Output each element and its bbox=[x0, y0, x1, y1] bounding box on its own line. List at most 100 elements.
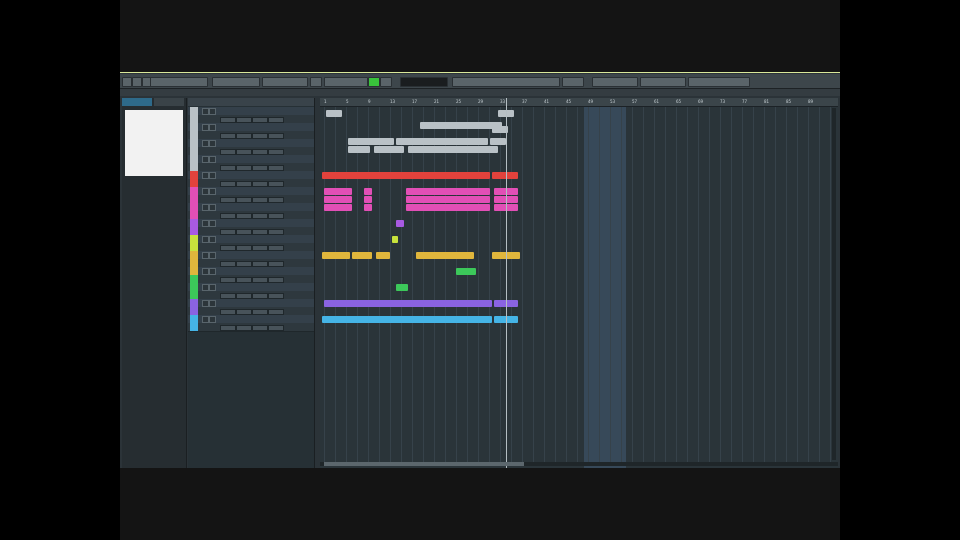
track-subrow[interactable] bbox=[188, 323, 314, 332]
toolbar-button-2[interactable] bbox=[132, 77, 142, 87]
track-toggle-button[interactable] bbox=[202, 188, 209, 195]
event-clip[interactable] bbox=[324, 196, 352, 203]
event-clip[interactable] bbox=[348, 146, 370, 153]
track-toggle-button[interactable] bbox=[209, 124, 216, 131]
event-clip[interactable] bbox=[490, 138, 506, 145]
track-toggle-button[interactable] bbox=[209, 316, 216, 323]
toolbar-dropdown-2[interactable] bbox=[212, 77, 260, 87]
event-clip[interactable] bbox=[324, 300, 492, 307]
event-clip[interactable] bbox=[352, 252, 372, 259]
inspector-tab-2[interactable] bbox=[154, 98, 184, 106]
track-color-stripe bbox=[190, 315, 198, 323]
event-clip[interactable] bbox=[364, 188, 372, 195]
track-toggle-button[interactable] bbox=[209, 172, 216, 179]
event-clip[interactable] bbox=[416, 252, 474, 259]
track-control[interactable] bbox=[268, 325, 284, 331]
event-clip[interactable] bbox=[322, 172, 490, 179]
ruler-bar-number: 57 bbox=[632, 99, 638, 104]
ruler[interactable]: 1 5 9 13 17 21 25 29 33 37 41 45 49 53 57 61 65 69 73 77 81 8… bbox=[320, 98, 838, 107]
track-toggle-button[interactable] bbox=[209, 204, 216, 211]
vertical-scrollbar[interactable] bbox=[832, 108, 836, 460]
track-color-stripe bbox=[190, 267, 198, 275]
event-clip[interactable] bbox=[324, 204, 352, 211]
event-clip[interactable] bbox=[492, 172, 518, 179]
grid-line bbox=[456, 106, 457, 466]
event-clip[interactable] bbox=[322, 316, 492, 323]
loop-region[interactable] bbox=[584, 98, 626, 468]
event-clip[interactable] bbox=[396, 220, 404, 227]
track-toggle-button[interactable] bbox=[202, 284, 209, 291]
track-control[interactable] bbox=[252, 325, 268, 331]
toolbar-button-4[interactable] bbox=[310, 77, 322, 87]
toolbar-dropdown-1[interactable] bbox=[150, 77, 208, 87]
play-button[interactable] bbox=[368, 77, 380, 87]
playhead-cursor[interactable] bbox=[506, 98, 507, 468]
ruler-bar-number: 9 bbox=[368, 99, 371, 104]
event-clip[interactable] bbox=[406, 188, 490, 195]
track-toggle-button[interactable] bbox=[202, 108, 209, 115]
track-toggle-button[interactable] bbox=[202, 140, 209, 147]
track-toggle-button[interactable] bbox=[209, 236, 216, 243]
track-color-stripe bbox=[190, 219, 198, 227]
track-control[interactable] bbox=[220, 325, 236, 331]
track-toggle-button[interactable] bbox=[202, 172, 209, 179]
toolbar-dropdown-5[interactable] bbox=[452, 77, 560, 87]
event-clip[interactable] bbox=[456, 268, 476, 275]
event-clip[interactable] bbox=[392, 236, 398, 243]
event-clip[interactable] bbox=[374, 146, 404, 153]
event-clip[interactable] bbox=[376, 252, 390, 259]
grid-line bbox=[500, 106, 501, 466]
track-toggle-button[interactable] bbox=[209, 284, 216, 291]
toolbar-dropdown-7[interactable] bbox=[640, 77, 686, 87]
toolbar-dropdown-4[interactable] bbox=[324, 77, 368, 87]
ruler-bar-number: 41 bbox=[544, 99, 550, 104]
event-clip[interactable] bbox=[324, 188, 352, 195]
event-clip[interactable] bbox=[364, 196, 372, 203]
event-clip[interactable] bbox=[396, 284, 408, 291]
event-clip[interactable] bbox=[326, 110, 342, 117]
track-toggle-button[interactable] bbox=[202, 156, 209, 163]
arrangement-area[interactable]: 1 5 9 13 17 21 25 29 33 37 41 45 49 53 57 61 65 69 73 77 81 8… bbox=[320, 98, 838, 468]
track-color-stripe bbox=[190, 139, 198, 147]
toolbar-dropdown-3[interactable] bbox=[262, 77, 308, 87]
track-toggle-button[interactable] bbox=[209, 140, 216, 147]
track-toggle-button[interactable] bbox=[209, 188, 216, 195]
event-clip[interactable] bbox=[348, 138, 394, 145]
toolbar-dropdown-8[interactable] bbox=[688, 77, 750, 87]
track-toggle-button[interactable] bbox=[209, 268, 216, 275]
track-toggle-button[interactable] bbox=[209, 300, 216, 307]
track-toggle-button[interactable] bbox=[202, 300, 209, 307]
event-clip[interactable] bbox=[364, 204, 372, 211]
track-toggle-button[interactable] bbox=[202, 124, 209, 131]
ruler-bar-number: 17 bbox=[412, 99, 418, 104]
track-toggle-button[interactable] bbox=[202, 316, 209, 323]
track-list-header bbox=[188, 98, 314, 106]
ruler-bar-number: 49 bbox=[588, 99, 594, 104]
menu-bar bbox=[120, 89, 840, 96]
toolbar-button-5[interactable] bbox=[562, 77, 584, 87]
track-toggle-button[interactable] bbox=[202, 204, 209, 211]
event-clip[interactable] bbox=[420, 122, 502, 129]
inspector-tab-1[interactable] bbox=[122, 98, 152, 106]
track-toggle-button[interactable] bbox=[209, 156, 216, 163]
event-clip[interactable] bbox=[396, 138, 488, 145]
scrollbar-thumb[interactable] bbox=[324, 462, 524, 466]
track-control[interactable] bbox=[236, 325, 252, 331]
event-clip[interactable] bbox=[406, 196, 490, 203]
track-toggle-button[interactable] bbox=[209, 220, 216, 227]
grid-line bbox=[808, 106, 809, 466]
toolbar-button-1[interactable] bbox=[122, 77, 132, 87]
event-clip[interactable] bbox=[322, 252, 350, 259]
track-toggle-button[interactable] bbox=[209, 108, 216, 115]
track-toggle-button[interactable] bbox=[202, 252, 209, 259]
track-toggle-button[interactable] bbox=[202, 268, 209, 275]
track-toggle-button[interactable] bbox=[202, 220, 209, 227]
track-toggle-button[interactable] bbox=[202, 236, 209, 243]
event-clip[interactable] bbox=[406, 204, 490, 211]
track-toggle-button[interactable] bbox=[209, 252, 216, 259]
event-clip[interactable] bbox=[408, 146, 498, 153]
horizontal-scrollbar[interactable] bbox=[320, 462, 838, 466]
record-button[interactable] bbox=[380, 77, 392, 87]
toolbar-dropdown-6[interactable] bbox=[592, 77, 638, 87]
grid-line bbox=[533, 106, 534, 466]
